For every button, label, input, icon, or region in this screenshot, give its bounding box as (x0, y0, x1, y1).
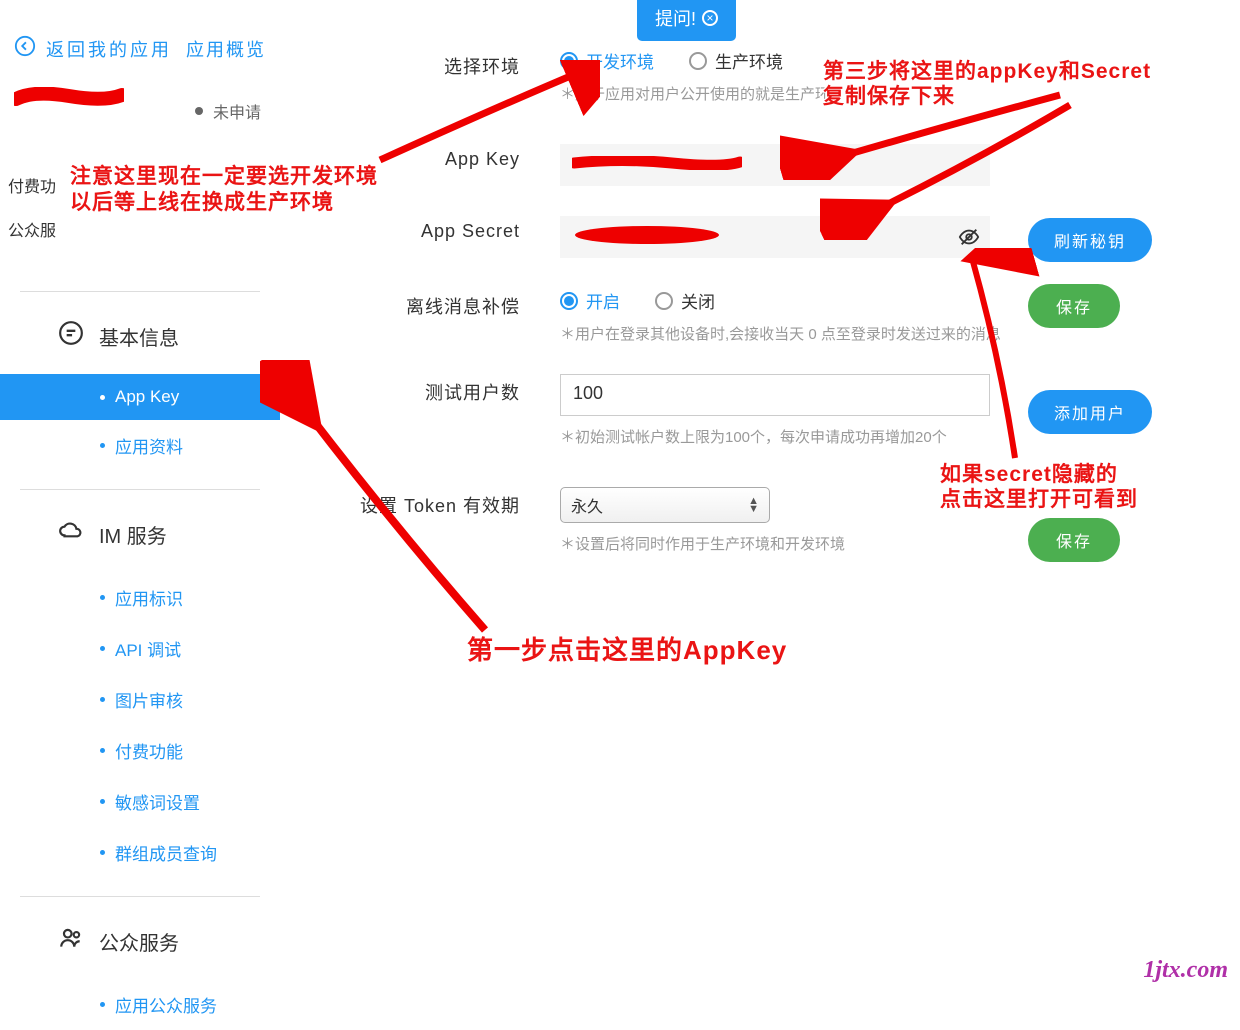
testusers-input[interactable]: 100 (560, 374, 990, 416)
divider (20, 291, 260, 292)
redacted-appsecret (572, 225, 732, 250)
sidebar-item-label: 付费功能 (115, 738, 183, 763)
radio-icon (560, 52, 578, 70)
bullet-icon (100, 850, 105, 855)
offline-label: 离线消息补偿 (310, 288, 520, 319)
row-appkey: App Key (310, 144, 1230, 186)
bullet-icon (100, 1002, 105, 1007)
testusers-value: 100 (573, 383, 603, 403)
status-label: 未申请 (213, 99, 261, 123)
sidebar-item-appinfo[interactable]: 应用资料 (0, 420, 280, 471)
sidebar-item-groupmembers[interactable]: 群组成员查询 (0, 827, 280, 878)
radio-icon (560, 292, 578, 310)
bullet-icon (100, 799, 105, 804)
radio-label: 开启 (586, 288, 620, 313)
sidebar-item-apppublic[interactable]: 应用公众服务 (0, 979, 280, 1030)
bullet-icon (100, 443, 105, 448)
watermark: 1jtx.com (1143, 957, 1228, 984)
divider (20, 489, 260, 490)
sidebar-item-label: 图片审核 (115, 687, 183, 712)
cloud-icon (58, 518, 84, 550)
sidebar: 返回我的应用 应用概览 未申请 付费功 公众服 基本信息 App Key 应用资… (0, 0, 280, 992)
token-select[interactable]: 永久 ▲▼ (560, 487, 770, 523)
radio-label: 生产环境 (715, 48, 783, 73)
section-title: 基本信息 (99, 322, 179, 351)
sidebar-item-label: 应用标识 (115, 585, 183, 610)
add-user-button[interactable]: 添加用户 (1028, 390, 1152, 434)
radio-label: 关闭 (681, 288, 715, 313)
status-row: 未申请 (195, 99, 280, 123)
sidebar-item-appid[interactable]: 应用标识 (0, 572, 280, 623)
annotation-secret-note2: 点击这里打开可看到 (940, 483, 1138, 513)
appsecret-label: App Secret (310, 216, 520, 242)
testusers-label: 测试用户数 (310, 374, 520, 405)
sidebar-item-label: 群组成员查询 (115, 840, 217, 865)
sidebar-item-sensitive[interactable]: 敏感词设置 (0, 776, 280, 827)
radio-offline-off[interactable]: 关闭 (655, 288, 715, 313)
section-public-service[interactable]: 公众服务 (0, 903, 280, 979)
bullet-icon (100, 646, 105, 651)
radio-offline-on[interactable]: 开启 (560, 288, 620, 313)
back-link[interactable]: 返回我的应用 (46, 36, 176, 62)
back-arrow-icon[interactable] (14, 35, 36, 62)
select-arrows-icon: ▲▼ (748, 497, 759, 513)
divider (20, 896, 260, 897)
bullet-icon (100, 395, 105, 400)
sidebar-item-imagecheck[interactable]: 图片审核 (0, 674, 280, 725)
sidebar-item-paidfeat[interactable]: 付费功能 (0, 725, 280, 776)
annotation-step3b: 复制保存下来 (823, 80, 955, 110)
eye-off-icon[interactable] (958, 226, 980, 253)
section-im-service[interactable]: IM 服务 (0, 496, 280, 572)
token-hint: ＊设置后将同时作用于生产环境和开发环境 (560, 533, 1230, 554)
section-title: IM 服务 (99, 520, 167, 549)
bullet-icon (100, 595, 105, 600)
info-icon (58, 320, 84, 352)
bullet-icon (100, 697, 105, 702)
redacted-app-name (14, 87, 124, 107)
section-basic-info[interactable]: 基本信息 (0, 298, 280, 374)
save-offline-button[interactable]: 保存 (1028, 284, 1120, 328)
status-dot-icon (195, 107, 203, 115)
annotation-env-note2: 以后等上线在换成生产环境 (70, 186, 334, 216)
close-icon: × (702, 10, 718, 26)
sidebar-item-appkey[interactable]: App Key (0, 374, 280, 420)
sidebar-item-label: 应用资料 (115, 433, 183, 458)
section-title: 公众服务 (99, 927, 179, 956)
overview-link[interactable]: 应用概览 (186, 36, 266, 62)
radio-icon (655, 292, 673, 310)
refresh-secret-button[interactable]: 刷新秘钥 (1028, 218, 1152, 262)
sidebar-item-label: 敏感词设置 (115, 789, 200, 814)
redacted-appkey (572, 156, 742, 175)
sidebar-item-label: API 调试 (115, 636, 181, 661)
sidebar-item-label: 应用公众服务 (115, 992, 217, 1017)
appkey-field[interactable] (560, 144, 990, 186)
bullet-icon (100, 748, 105, 753)
radio-label: 开发环境 (586, 48, 654, 73)
appsecret-field[interactable] (560, 216, 990, 258)
token-value: 永久 (571, 493, 603, 517)
sidebar-item-apidebug[interactable]: API 调试 (0, 623, 280, 674)
sidebar-item-label: App Key (115, 387, 179, 407)
offline-hint: ＊用户在登录其他设备时,会接收当天 0 点至登录时发送过来的消息 (560, 323, 1230, 344)
token-label: 设置 Token 有效期 (310, 487, 520, 518)
radio-prod-env[interactable]: 生产环境 (689, 48, 783, 73)
radio-icon (689, 52, 707, 70)
users-icon (58, 925, 84, 957)
save-token-button[interactable]: 保存 (1028, 518, 1120, 562)
env-label: 选择环境 (310, 48, 520, 79)
radio-dev-env[interactable]: 开发环境 (560, 48, 654, 73)
annotation-step1: 第一步点击这里的AppKey (467, 630, 787, 667)
ask-label: 提问! (655, 5, 696, 31)
